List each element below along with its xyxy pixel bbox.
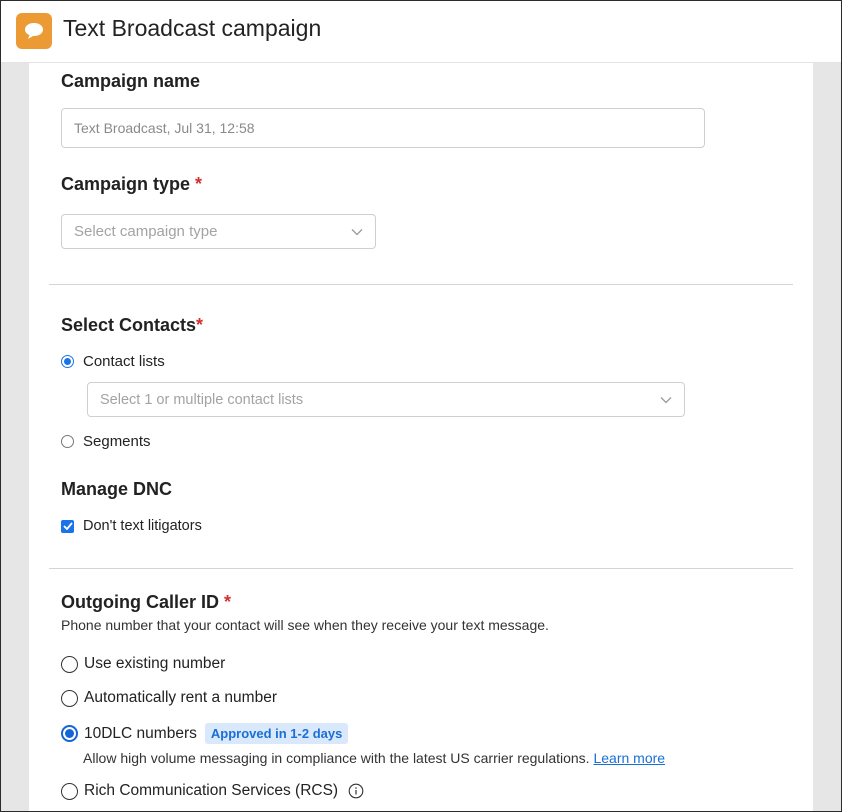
- caller-id-label-text: Outgoing Caller ID: [61, 592, 220, 612]
- rent-number-option[interactable]: Automatically rent a number: [61, 689, 277, 707]
- form-panel: Campaign name Text Broadcast, Jul 31, 12…: [29, 63, 813, 811]
- campaign-type-select[interactable]: Select campaign type: [61, 214, 376, 249]
- campaign-name-label: Campaign name: [61, 71, 201, 91]
- learn-more-link[interactable]: Learn more: [593, 750, 665, 766]
- caller-id-label: Outgoing Caller ID *: [61, 592, 231, 613]
- select-contacts-label-text: Select Contacts: [61, 315, 197, 335]
- chat-bubble-icon: [16, 13, 52, 49]
- 10dlc-description-line: Allow high volume messaging in complianc…: [83, 750, 665, 766]
- segments-label: Segments: [83, 433, 151, 450]
- dnc-checkbox-label: Don't text litigators: [83, 518, 202, 534]
- campaign-type-placeholder: Select campaign type: [74, 223, 218, 240]
- section-divider: [49, 568, 793, 569]
- segments-option[interactable]: Segments: [61, 433, 151, 450]
- rcs-radio[interactable]: [61, 782, 78, 800]
- app-window: Text Broadcast campaign Campaign name Te…: [0, 0, 842, 812]
- caller-id-description: Phone number that your contact will see …: [61, 617, 549, 633]
- required-mark: *: [196, 315, 204, 335]
- section-divider: [49, 284, 793, 285]
- rcs-option[interactable]: Rich Communication Services (RCS): [61, 782, 364, 800]
- contact-lists-select[interactable]: Select 1 or multiple contact lists: [87, 382, 685, 417]
- 10dlc-option[interactable]: 10DLC numbers Approved in 1-2 days: [61, 723, 349, 744]
- campaign-type-label-text: Campaign type: [61, 174, 191, 194]
- contact-lists-radio[interactable]: [61, 355, 74, 368]
- contact-lists-placeholder: Select 1 or multiple contact lists: [100, 391, 304, 408]
- segments-radio[interactable]: [61, 435, 74, 448]
- contact-lists-label: Contact lists: [83, 353, 165, 370]
- manage-dnc-label: Manage DNC: [61, 479, 173, 499]
- campaign-type-label: Campaign type *: [61, 174, 202, 195]
- 10dlc-label: 10DLC numbers: [84, 724, 197, 742]
- campaign-name-input[interactable]: Text Broadcast, Jul 31, 12:58: [61, 108, 705, 148]
- 10dlc-description: Allow high volume messaging in complianc…: [83, 750, 590, 766]
- use-existing-number-option[interactable]: Use existing number: [61, 655, 225, 673]
- required-mark: *: [224, 592, 232, 612]
- rent-number-radio[interactable]: [61, 689, 78, 707]
- dnc-option[interactable]: Don't text litigators: [61, 518, 202, 534]
- campaign-name-placeholder: Text Broadcast, Jul 31, 12:58: [74, 120, 255, 136]
- contact-lists-option[interactable]: Contact lists: [61, 353, 165, 370]
- dnc-checkbox[interactable]: [61, 519, 74, 533]
- use-existing-number-label: Use existing number: [84, 655, 226, 672]
- rent-number-label: Automatically rent a number: [84, 689, 277, 706]
- info-icon[interactable]: [348, 783, 364, 799]
- 10dlc-radio[interactable]: [61, 725, 78, 742]
- required-mark: *: [195, 174, 203, 194]
- page-title: Text Broadcast campaign: [63, 15, 322, 41]
- chevron-down-icon: [660, 396, 672, 403]
- header-bar: Text Broadcast campaign: [1, 1, 841, 63]
- checkmark-icon: [62, 522, 73, 530]
- select-contacts-label: Select Contacts*: [61, 315, 203, 336]
- rcs-label: Rich Communication Services (RCS): [84, 782, 339, 799]
- use-existing-number-radio[interactable]: [61, 655, 78, 673]
- approval-badge: Approved in 1-2 days: [204, 723, 349, 744]
- chevron-down-icon: [351, 228, 363, 235]
